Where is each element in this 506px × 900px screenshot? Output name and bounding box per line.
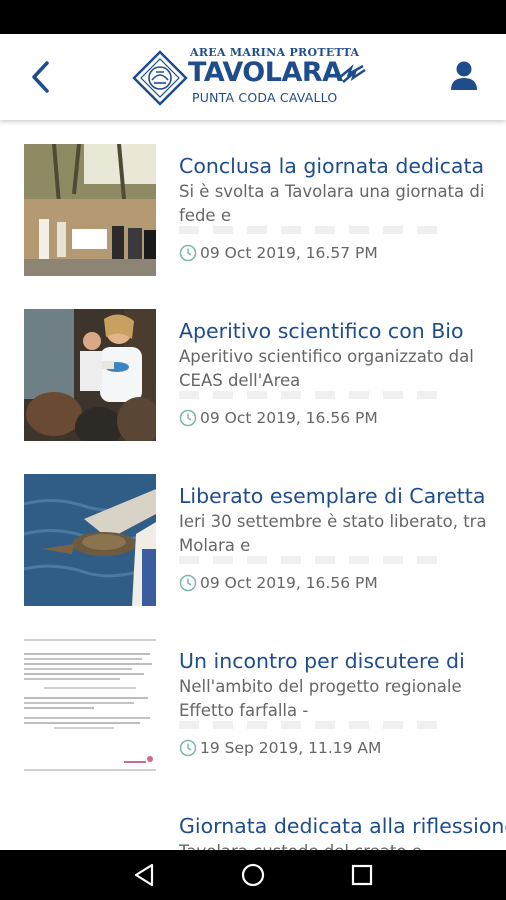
logo-waves-icon — [338, 64, 366, 83]
news-title: Liberato esemplare di Caretta — [179, 484, 486, 508]
clock-icon — [179, 739, 197, 757]
news-list: Conclusa la giornata dedicata Si è svolt… — [0, 120, 506, 850]
news-excerpt: Ieri 30 settembre è stato liberato, tra … — [179, 512, 487, 555]
profile-button[interactable] — [448, 60, 480, 94]
news-date: 09 Oct 2019, 16.56 PM — [200, 574, 378, 592]
news-thumbnail — [24, 474, 156, 606]
square-recents-icon — [351, 864, 372, 886]
excerpt-fade — [179, 721, 449, 729]
news-excerpt: Tavolara custode del creato e — [179, 840, 489, 850]
logo-bottom-text: PUNTA CODA CAVALLO — [192, 90, 338, 105]
news-thumbnail — [24, 639, 156, 771]
circle-home-icon — [241, 863, 265, 887]
news-excerpt: Aperitivo scientifico organizzato dal CE… — [179, 347, 474, 390]
news-date-row: 09 Oct 2019, 16.56 PM — [179, 407, 506, 429]
clock-icon — [179, 244, 197, 262]
news-thumbnail — [24, 144, 156, 276]
news-thumbnail — [24, 804, 156, 850]
news-date-row: 09 Oct 2019, 16.57 PM — [179, 242, 506, 264]
news-date-row: 19 Sep 2019, 11.19 AM — [179, 737, 506, 759]
triangle-back-icon — [135, 863, 154, 887]
system-navigation-bar — [0, 850, 506, 900]
news-date-row: 09 Oct 2019, 16.56 PM — [179, 572, 506, 594]
nav-back-button[interactable] — [124, 855, 164, 895]
clock-icon — [179, 574, 197, 592]
app-bar: AREA MARINA PROTETTA TAVOLARA PUNTA CODA… — [0, 34, 506, 120]
news-title: Giornata dedicata alla riflessione — [179, 814, 506, 838]
logo-emblem-icon — [132, 50, 188, 106]
news-item[interactable]: Liberato esemplare di Caretta Ieri 30 se… — [0, 474, 506, 614]
user-icon — [451, 61, 477, 90]
logo-main-text: TAVOLARA — [188, 57, 343, 88]
news-date: 19 Sep 2019, 11.19 AM — [200, 739, 382, 757]
nav-home-button[interactable] — [233, 855, 273, 895]
news-title: Un incontro per discutere di — [179, 649, 465, 673]
news-item[interactable]: Giornata dedicata alla riflessione Tavol… — [0, 804, 506, 850]
excerpt-fade — [179, 556, 449, 564]
excerpt-fade — [179, 226, 449, 234]
news-excerpt: Nell'ambito del progetto regionale Effet… — [179, 677, 462, 720]
news-excerpt: Si è svolta a Tavolara una giornata di f… — [179, 182, 485, 225]
news-title: Aperitivo scientifico con Bio — [179, 319, 464, 343]
news-date: 09 Oct 2019, 16.56 PM — [200, 409, 378, 427]
status-bar — [0, 0, 506, 34]
nav-recents-button[interactable] — [342, 855, 382, 895]
news-item[interactable]: Un incontro per discutere di Nell'ambito… — [0, 639, 506, 779]
news-item[interactable]: Conclusa la giornata dedicata Si è svolt… — [0, 144, 506, 284]
excerpt-fade — [179, 391, 449, 399]
back-button[interactable] — [22, 58, 58, 96]
news-thumbnail — [24, 309, 156, 441]
news-title: Conclusa la giornata dedicata — [179, 154, 485, 178]
news-item[interactable]: Aperitivo scientifico con Bio Aperitivo … — [0, 309, 506, 449]
chevron-left-icon — [32, 61, 49, 93]
app-logo: AREA MARINA PROTETTA TAVOLARA PUNTA CODA… — [132, 44, 372, 110]
clock-icon — [179, 409, 197, 427]
news-date: 09 Oct 2019, 16.57 PM — [200, 244, 378, 262]
